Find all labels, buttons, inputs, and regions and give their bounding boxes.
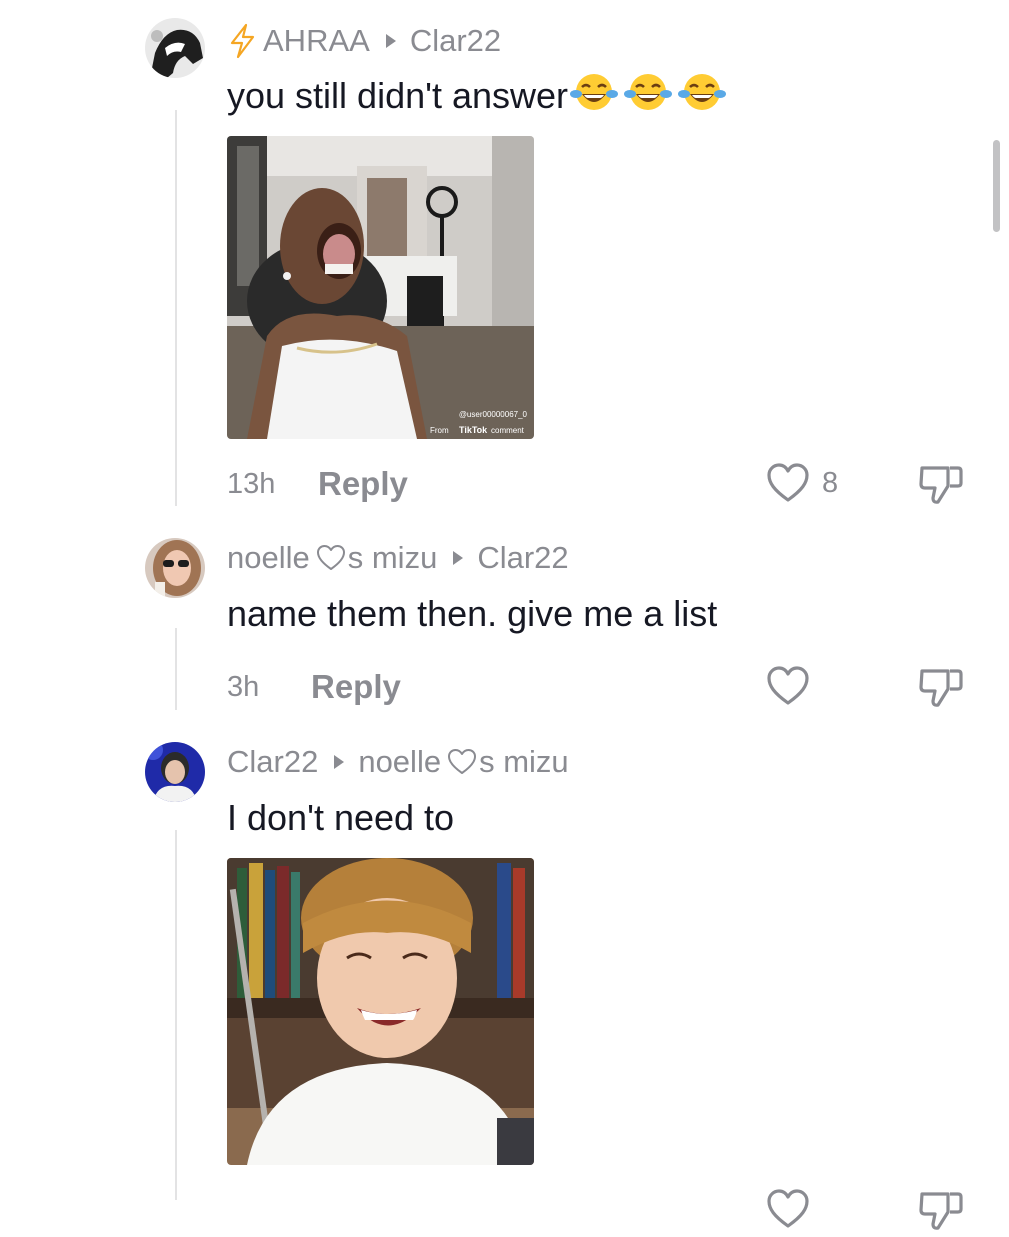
avatar[interactable] bbox=[145, 538, 205, 598]
dislike-button[interactable] bbox=[918, 665, 964, 714]
comment-header: Clar22 noelle s mizu bbox=[227, 743, 569, 781]
watermark-suffix: comment bbox=[491, 426, 525, 435]
thread-line bbox=[175, 628, 177, 710]
avatar[interactable] bbox=[145, 18, 205, 78]
watermark-user: @user00000067_0 bbox=[459, 410, 528, 419]
comment-text-row: you still didn't answer bbox=[227, 73, 727, 118]
comment-photo[interactable]: @user00000067_0 From TikTok comment bbox=[227, 136, 534, 439]
comment-author[interactable]: AHRAA bbox=[263, 23, 370, 59]
comment-text: I don't need to bbox=[227, 797, 455, 838]
thread-line bbox=[175, 830, 177, 1200]
thumbs-down-icon bbox=[918, 462, 964, 506]
reply-button[interactable]: Reply bbox=[311, 668, 401, 706]
heart-icon bbox=[766, 462, 810, 504]
thumbs-down-icon bbox=[918, 665, 964, 709]
reply-to-prefix: noelle bbox=[358, 744, 442, 779]
watermark-from: From bbox=[430, 426, 449, 435]
author-name-prefix: noelle bbox=[227, 540, 310, 575]
heart-icon bbox=[316, 544, 346, 572]
reply-arrow-icon bbox=[453, 551, 464, 565]
comment-time: 3h bbox=[227, 671, 260, 703]
reply-arrow-icon bbox=[385, 34, 396, 48]
dislike-button[interactable] bbox=[918, 1188, 964, 1237]
comment-header: AHRAA Clar22 bbox=[227, 22, 501, 60]
reply-to-suffix: s mizu bbox=[479, 744, 569, 779]
comment-text: name them then. give me a list bbox=[227, 593, 718, 634]
heart-icon bbox=[766, 665, 810, 707]
dislike-button[interactable] bbox=[918, 462, 964, 511]
comment-author[interactable]: noelle s mizu bbox=[227, 540, 437, 576]
reply-button[interactable]: Reply bbox=[318, 465, 408, 503]
comment-author[interactable]: Clar22 bbox=[227, 744, 318, 780]
lightning-icon bbox=[227, 23, 257, 59]
tiktok-logo: TikTok bbox=[459, 425, 488, 435]
heart-icon bbox=[766, 1188, 810, 1230]
tears-of-joy-emoji-icon bbox=[570, 70, 619, 123]
reply-to-user[interactable]: Clar22 bbox=[410, 23, 501, 59]
thread-line bbox=[175, 110, 177, 506]
like-count: 8 bbox=[822, 466, 839, 499]
comment-time: 13h bbox=[227, 468, 276, 500]
like-button[interactable] bbox=[766, 1188, 810, 1230]
comment-text-row: I don't need to bbox=[227, 796, 454, 840]
tears-of-joy-emoji-icon bbox=[624, 70, 673, 123]
scrollbar[interactable] bbox=[993, 140, 1000, 232]
comment-photo[interactable] bbox=[227, 858, 534, 1165]
like-button[interactable]: 8 bbox=[766, 462, 838, 504]
author-name-suffix: s mizu bbox=[347, 540, 438, 575]
like-button[interactable] bbox=[766, 665, 810, 707]
reply-arrow-icon bbox=[334, 755, 345, 769]
reply-to-user[interactable]: Clar22 bbox=[477, 540, 568, 576]
comment-header: noelle s mizu Clar22 bbox=[227, 539, 569, 577]
tears-of-joy-emoji-icon bbox=[678, 70, 727, 123]
comment-text: you still didn't answer bbox=[227, 75, 569, 116]
avatar[interactable] bbox=[145, 742, 205, 802]
comment-text-row: name them then. give me a list bbox=[227, 592, 717, 636]
reply-to-user[interactable]: noelle s mizu bbox=[358, 744, 568, 780]
heart-icon bbox=[447, 748, 477, 776]
thumbs-down-icon bbox=[918, 1188, 964, 1232]
